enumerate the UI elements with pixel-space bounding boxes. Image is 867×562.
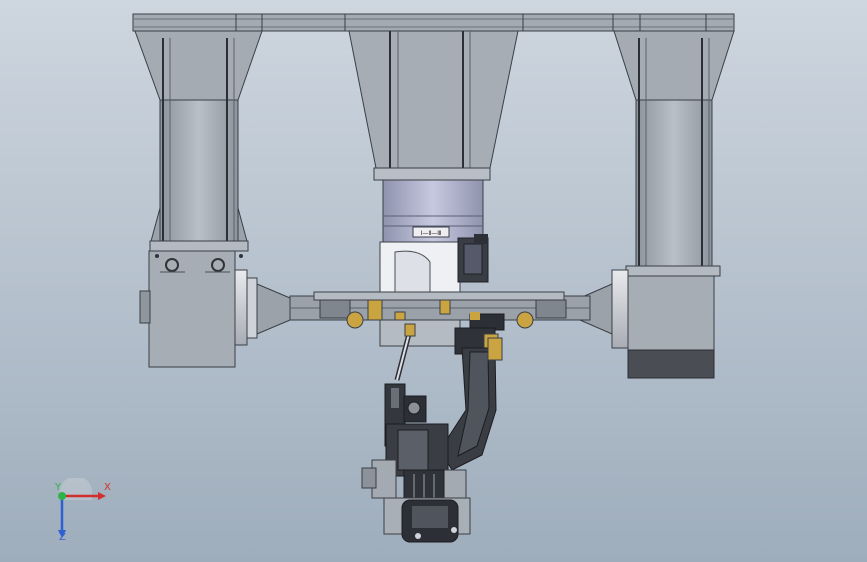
right-column: [579, 30, 735, 379]
left-gearbox: [139, 250, 291, 368]
y-axis-dot: [58, 492, 66, 500]
motor-plate-text: I—Ⅱ—Ⅲ: [421, 230, 442, 237]
robot-gantry-model[interactable]: I—Ⅱ—Ⅲ: [0, 0, 867, 562]
robot-upper-arm: [439, 337, 503, 471]
x-axis-label: X: [104, 482, 111, 493]
left-column: [134, 30, 263, 252]
z-axis-label: Z: [59, 532, 66, 543]
graphics-viewport[interactable]: I—Ⅱ—Ⅲ X Z Y: [0, 0, 867, 562]
y-axis-label: Y: [54, 482, 62, 493]
view-orientation-triad[interactable]: X Z Y: [40, 476, 120, 548]
x-axis-arrowhead: [98, 492, 106, 500]
top-beam: [132, 13, 735, 32]
center-motor: I—Ⅱ—Ⅲ: [379, 179, 489, 301]
center-mount: [348, 30, 519, 181]
cross-beam: [289, 291, 591, 357]
